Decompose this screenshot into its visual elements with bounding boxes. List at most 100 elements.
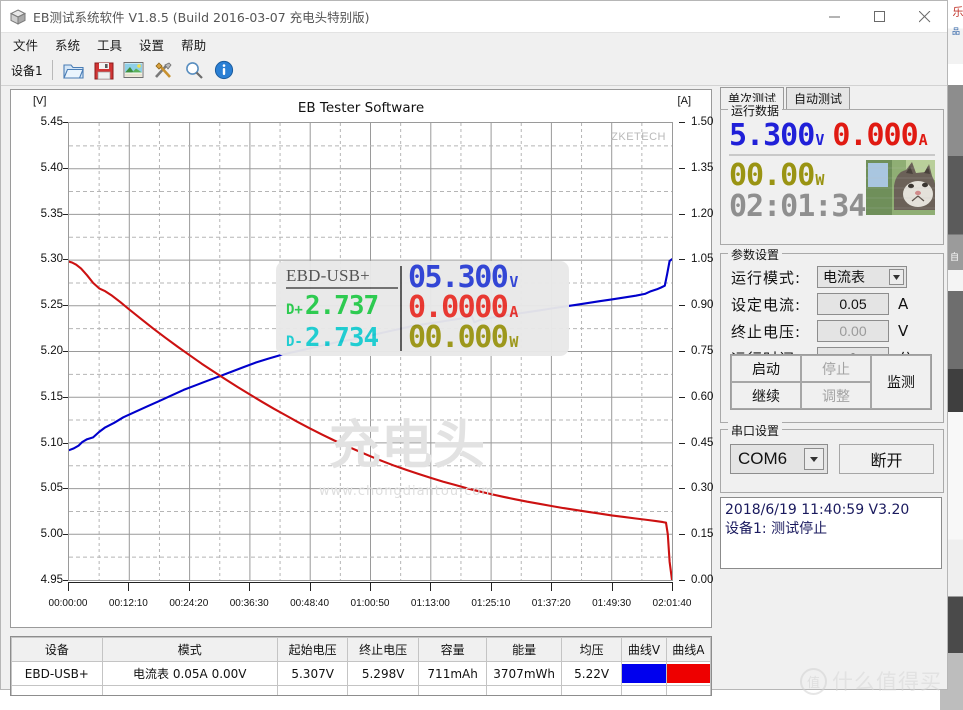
- lcd-power-value: 00.000: [408, 320, 509, 355]
- lcd-current-value: 0.0000: [408, 290, 509, 325]
- control-button-grid: 启动 继续 停止 调整 监测: [730, 354, 932, 410]
- continue-button[interactable]: 继续: [731, 382, 801, 409]
- y-axis-left-tick: 5.30: [40, 253, 63, 266]
- cell-capacity: 711mAh: [417, 661, 488, 686]
- lcd-dminus-label: D-: [286, 334, 303, 350]
- status-log-box[interactable]: 2018/6/19 11:40:59 V3.20 设备1: 测试停止: [720, 497, 942, 569]
- info-icon[interactable]: [211, 58, 237, 82]
- zoom-icon[interactable]: [181, 58, 207, 82]
- y-axis-right: 1.50 1.35 1.20 1.05 0.90 0.75 0.60 0.45 0.30 0.15…: [679, 116, 719, 586]
- cat-photo-thumbnail: [865, 160, 935, 215]
- background-white-text: 自: [949, 252, 959, 262]
- run-mode-select[interactable]: 电流表: [817, 266, 907, 288]
- readout-elapsed-time: 02:01:34: [729, 189, 866, 224]
- image-export-icon[interactable]: [121, 58, 147, 82]
- x-axis-tickmark: [490, 582, 492, 591]
- chart-title: EB Tester Software: [297, 100, 425, 116]
- com-port-select[interactable]: COM6: [730, 444, 828, 474]
- adjust-button[interactable]: 调整: [801, 382, 871, 409]
- title-bar: EB测试系统软件 V1.8.5 (Build 2016-03-07 充电头特别版…: [1, 1, 947, 33]
- readout-voltage-unit: V: [815, 131, 825, 149]
- readout-voltage-value: 5.300: [729, 118, 815, 153]
- serial-group-legend: 串口设置: [728, 422, 783, 439]
- y-axis-left-tick: 5.25: [40, 299, 63, 312]
- lcd-dplus-label: D+: [286, 302, 303, 318]
- log-line-status: 设备1: 测试停止: [725, 521, 828, 537]
- save-disk-icon[interactable]: [91, 58, 117, 82]
- y-axis-left-unit: [V]: [33, 95, 47, 107]
- y-axis-right-tick: 1.35: [691, 161, 714, 174]
- open-folder-icon[interactable]: [61, 58, 87, 82]
- toolbar-separator: [51, 60, 53, 80]
- y-axis-left-tick: 5.15: [40, 390, 63, 403]
- y-axis-right-tickmark: [679, 213, 685, 215]
- col-end-voltage: 终止电压: [347, 637, 419, 662]
- x-axis-tick: 00:00:00: [48, 598, 88, 609]
- lcd-power-unit: W: [509, 333, 519, 351]
- start-button[interactable]: 启动: [731, 355, 801, 382]
- col-curve-a[interactable]: 曲线A: [665, 637, 711, 662]
- x-axis-tickmark: [611, 582, 613, 591]
- table-row[interactable]: EBD-USB+ 电流表 0.05A 0.00V 5.307V 5.298V 7…: [11, 661, 711, 686]
- stop-button[interactable]: 停止: [801, 355, 871, 382]
- lcd-current-row: 0.0000 A: [408, 293, 566, 323]
- menu-item-system[interactable]: 系统: [55, 35, 80, 54]
- readout-power-time: 00.00 W 02:01:34: [729, 160, 866, 222]
- col-curve-v[interactable]: 曲线V: [621, 637, 667, 662]
- toolbar: 设备1: [1, 55, 947, 86]
- lcd-divider: [400, 266, 402, 351]
- param-label-cutoff-voltage: 终止电压:: [731, 322, 802, 341]
- param-row-current: 设定电流: 0.05 A: [731, 293, 943, 315]
- cell-avg-voltage: 5.22V: [560, 661, 623, 686]
- y-axis-right-tickmark: [679, 442, 685, 444]
- menu-item-settings[interactable]: 设置: [139, 35, 164, 54]
- lcd-left-column: EBD-USB+ D+ 2.737 D- 2.734: [286, 266, 398, 353]
- application-window: EB测试系统软件 V1.8.5 (Build 2016-03-07 充电头特别版…: [0, 0, 948, 696]
- parameter-group: 参数设置 运行模式: 电流表 设定电流: 0.05 A 终止电压: 0.00 V…: [720, 246, 944, 423]
- lcd-voltage-unit: V: [509, 273, 519, 291]
- lcd-dplus-value: 2.737: [304, 291, 379, 321]
- y-axis-right-tickmark: [679, 351, 685, 352]
- smzdm-logo-icon: 值: [800, 667, 827, 695]
- toolbar-device-tab[interactable]: 设备1: [9, 60, 47, 81]
- menu-item-tools[interactable]: 工具: [97, 35, 122, 54]
- y-axis-right-tickmark: [679, 259, 685, 261]
- tools-icon[interactable]: [151, 58, 177, 82]
- y-axis-left-tick: 5.00: [40, 528, 63, 541]
- run-data-legend: 运行数据: [728, 102, 783, 119]
- y-axis-left-tick: 5.40: [40, 161, 63, 174]
- y-axis-right-tick: 0.30: [691, 482, 714, 495]
- lcd-brand-label: EBD-USB+: [286, 266, 398, 289]
- readout-power-unit: W: [815, 171, 825, 189]
- monitor-button[interactable]: 监测: [871, 355, 931, 409]
- y-axis-right-tick: 0.45: [691, 436, 714, 449]
- set-current-input[interactable]: 0.05: [817, 293, 889, 315]
- minimize-button[interactable]: [812, 1, 857, 32]
- x-axis-tick: 00:36:30: [229, 598, 269, 609]
- background-blue-text: 品: [952, 27, 960, 36]
- col-mode: 模式: [101, 637, 278, 662]
- cell-mode: 电流表 0.05A 0.00V: [101, 661, 278, 686]
- chevron-down-icon[interactable]: [804, 448, 824, 470]
- menu-item-file[interactable]: 文件: [13, 35, 38, 54]
- y-axis-left: 5.45 5.40 5.35 5.30 5.25 5.20 5.15 5.10 5.05 5.00…: [11, 116, 69, 586]
- x-axis-tickmark: [188, 582, 190, 591]
- tab-auto-test[interactable]: 自动测试: [786, 87, 851, 109]
- lcd-current-unit: A: [509, 303, 519, 321]
- background-red-text: 乐: [951, 6, 963, 17]
- y-axis-right-tick: 1.05: [691, 253, 714, 266]
- chongdiantou-watermark: 充电头 www.chongdiantou.com: [267, 420, 547, 515]
- lcd-meter-overlay: EBD-USB+ D+ 2.737 D- 2.734 05.300 V 0.00…: [276, 261, 569, 356]
- cell-curve-a-swatch[interactable]: [665, 661, 711, 686]
- readout-top-row: 5.300 V 0.000 A: [729, 120, 935, 151]
- disconnect-button[interactable]: 断开: [839, 444, 934, 474]
- y-axis-right-tick: 0.60: [691, 390, 714, 403]
- maximize-button[interactable]: [857, 1, 902, 32]
- menu-item-help[interactable]: 帮助: [181, 35, 206, 54]
- x-axis-tick: 00:12:10: [108, 598, 148, 609]
- cell-curve-v-swatch[interactable]: [621, 661, 667, 686]
- cutoff-voltage-input[interactable]: 0.00: [817, 320, 889, 342]
- close-button[interactable]: [902, 1, 947, 32]
- table-empty-row: [11, 685, 711, 695]
- chevron-down-icon[interactable]: [889, 269, 904, 285]
